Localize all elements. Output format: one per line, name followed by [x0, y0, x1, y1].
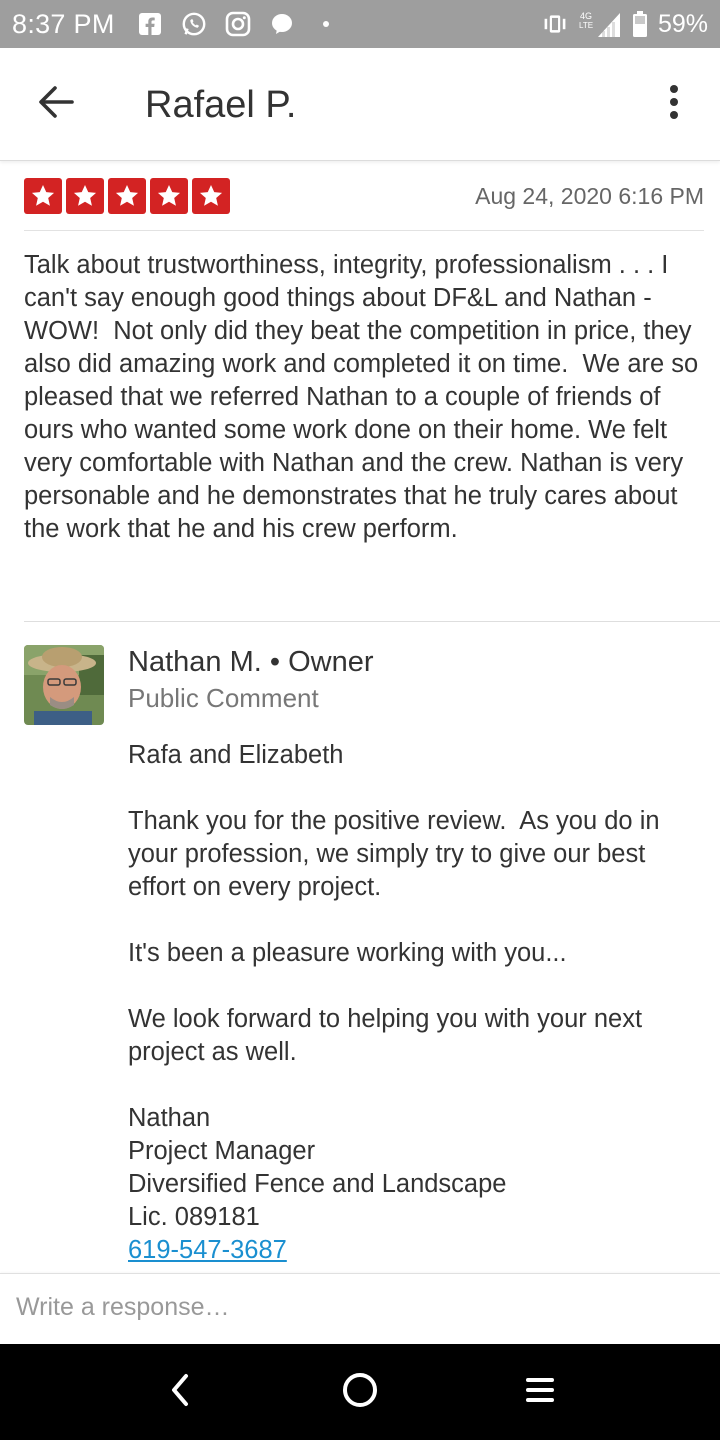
response-bar	[0, 1273, 720, 1341]
star-rating	[24, 178, 230, 214]
battery-percent: 59%	[657, 9, 708, 38]
review-text: Talk about trustworthiness, integrity, p…	[24, 251, 706, 543]
app-bar: Rafael P.	[0, 48, 720, 161]
nav-menu-icon	[523, 1373, 557, 1412]
nav-home-button[interactable]	[334, 1366, 386, 1418]
svg-text:4G: 4G	[580, 11, 592, 21]
whatsapp-icon	[181, 11, 207, 37]
page-title: Rafael P.	[145, 84, 297, 126]
nav-menu-button[interactable]	[514, 1366, 566, 1418]
review-header: Aug 24, 2020 6:16 PM	[24, 163, 704, 231]
review-date: Aug 24, 2020 6:16 PM	[475, 183, 704, 209]
star-icon	[108, 178, 146, 214]
comment-paragraph-1: Thank you for the positive review. As yo…	[128, 807, 667, 901]
owner-name-line: Nathan M. • Owner	[128, 646, 374, 679]
star-icon	[150, 178, 188, 214]
back-button[interactable]	[30, 78, 82, 130]
star-icon	[66, 178, 104, 214]
owner-comment-body: Rafa and Elizabeth Thank you for the pos…	[128, 739, 708, 1267]
notification-icons	[137, 11, 339, 37]
comment-greeting: Rafa and Elizabeth	[128, 741, 344, 769]
signal-icon: 4G LTE	[578, 11, 622, 37]
owner-role: Owner	[288, 646, 374, 678]
owner-name: Nathan M.	[128, 646, 262, 678]
nav-home-icon	[341, 1371, 379, 1414]
navigation-bar	[0, 1344, 720, 1440]
more-options-button[interactable]	[654, 78, 694, 130]
comment-paragraph-2: It's been a pleasure working with you...	[128, 939, 567, 967]
signature-title: Project Manager	[128, 1137, 316, 1165]
separator-dot: •	[269, 646, 281, 678]
status-bar: 8:37 PM 4G LTE 59%	[0, 0, 720, 48]
response-input[interactable]	[16, 1274, 706, 1340]
signature-name: Nathan	[128, 1104, 211, 1132]
comment-paragraph-3: We look forward to helping you with your…	[128, 1005, 650, 1066]
nav-back-button[interactable]	[154, 1366, 206, 1418]
svg-text:LTE: LTE	[579, 21, 593, 30]
status-time: 8:37 PM	[12, 8, 115, 39]
facebook-icon	[137, 11, 163, 37]
star-icon	[192, 178, 230, 214]
owner-avatar[interactable]	[24, 645, 104, 725]
more-vert-icon	[668, 84, 680, 125]
company-name: Diversified Fence and Landscape	[128, 1170, 507, 1198]
phone-link[interactable]: 619-547-3687	[128, 1236, 287, 1264]
battery-icon	[632, 11, 648, 37]
dot-icon	[313, 11, 339, 37]
instagram-icon	[225, 11, 251, 37]
messenger-icon	[269, 11, 295, 37]
arrow-back-icon	[38, 85, 74, 124]
nav-back-icon	[168, 1372, 192, 1413]
comment-type: Public Comment	[128, 683, 319, 713]
system-status: 4G LTE 59%	[542, 10, 708, 39]
star-icon	[24, 178, 62, 214]
license-number: Lic. 089181	[128, 1203, 260, 1231]
divider	[24, 621, 720, 622]
vibrate-icon	[542, 11, 568, 37]
